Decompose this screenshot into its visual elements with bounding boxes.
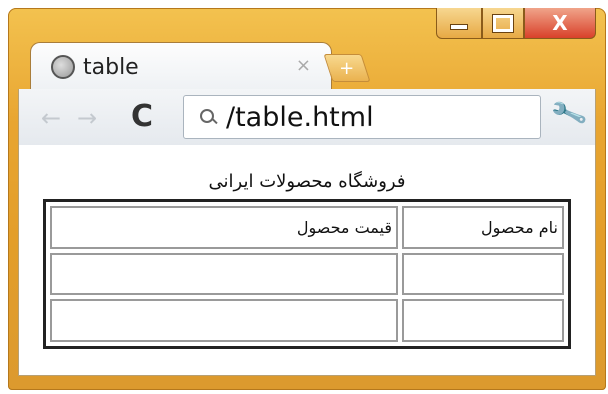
table-cell [402,252,564,296]
page-content: فروشگاه محصولات ایرانی نام محصول قیمت مح… [18,145,596,376]
page-title: فروشگاه محصولات ایرانی [208,171,406,192]
back-button[interactable]: ← [41,104,61,132]
close-icon: X [552,11,568,35]
search-icon [200,109,216,125]
minimize-button[interactable] [436,8,482,39]
globe-icon [51,55,75,79]
minimize-icon [450,24,468,30]
tab-close-icon[interactable]: × [296,55,311,76]
table-header-row: نام محصول قیمت محصول [50,206,564,249]
url-text[interactable]: /table.html [226,102,374,133]
table-row [50,252,564,296]
browser-tab[interactable]: table × [30,42,332,91]
maximize-button[interactable] [482,8,524,39]
close-window-button[interactable]: X [524,8,596,39]
product-table: نام محصول قیمت محصول [43,199,571,349]
browser-toolbar: ← → C /table.html 🔧 [18,89,596,145]
header-product-price: قیمت محصول [50,206,398,249]
maximize-icon [492,13,514,33]
tab-title: table [83,54,139,80]
reload-button[interactable]: C [131,99,153,134]
table-cell [402,299,564,342]
window-controls: X [436,8,596,42]
table-row [50,299,564,342]
table-cell [50,299,398,342]
wrench-menu-button[interactable]: 🔧 [548,94,589,133]
forward-button[interactable]: → [77,104,97,132]
table-cell [50,252,398,296]
address-bar[interactable]: /table.html [183,95,541,139]
header-product-name: نام محصول [402,206,564,249]
plus-icon: + [339,57,355,79]
